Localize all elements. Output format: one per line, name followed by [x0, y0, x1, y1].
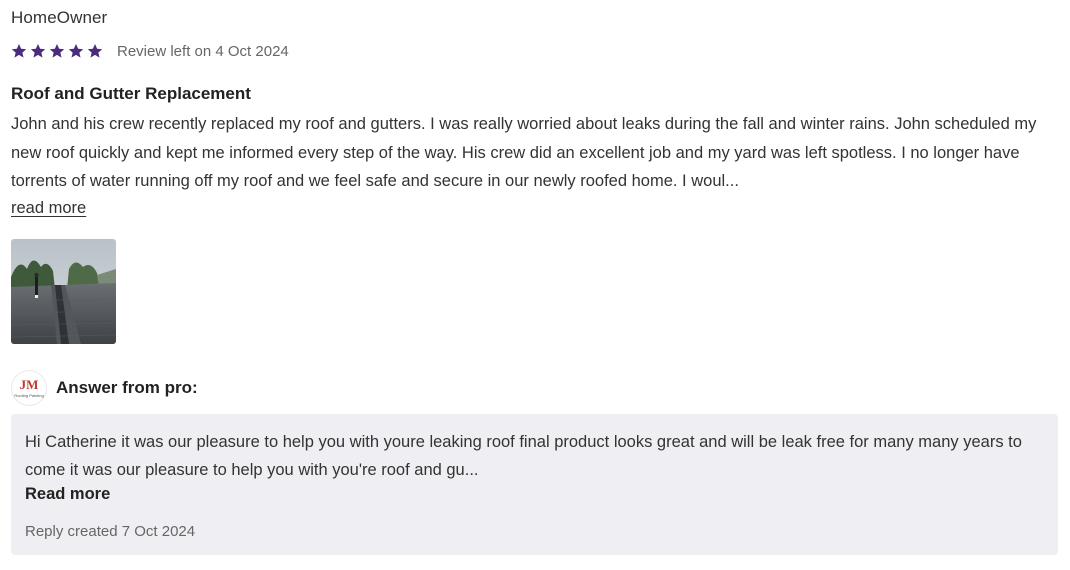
read-more-link[interactable]: read more [11, 195, 86, 221]
pro-logo-text: JM [20, 377, 39, 392]
review-photo[interactable] [11, 239, 116, 344]
pro-reply-text: Hi Catherine it was our pleasure to help… [25, 433, 1022, 479]
reviewer-name: HomeOwner [11, 8, 108, 27]
roof-photo-icon [11, 239, 116, 344]
review-title: Roof and Gutter Replacement [11, 84, 251, 103]
review-date: Review left on 4 Oct 2024 [117, 42, 289, 60]
pro-logo: JM Roofing Painting [11, 370, 47, 406]
reply-read-more-link[interactable]: Read more [25, 485, 110, 504]
star-icon [30, 43, 46, 59]
star-rating [11, 43, 103, 59]
pro-answer-header: JM Roofing Painting Answer from pro: [11, 370, 198, 406]
reply-date: Reply created 7 Oct 2024 [25, 523, 196, 540]
star-icon [68, 43, 84, 59]
rating-row: Review left on 4 Oct 2024 [11, 40, 289, 62]
pro-logo-subtext: Roofing Painting [14, 393, 43, 398]
review-body: John and his crew recently replaced my r… [11, 115, 1037, 190]
star-icon [49, 43, 65, 59]
pro-answer-label: Answer from pro: [56, 378, 198, 397]
star-icon [87, 43, 103, 59]
star-icon [11, 43, 27, 59]
pro-reply-box: Hi Catherine it was our pleasure to help… [11, 414, 1058, 555]
